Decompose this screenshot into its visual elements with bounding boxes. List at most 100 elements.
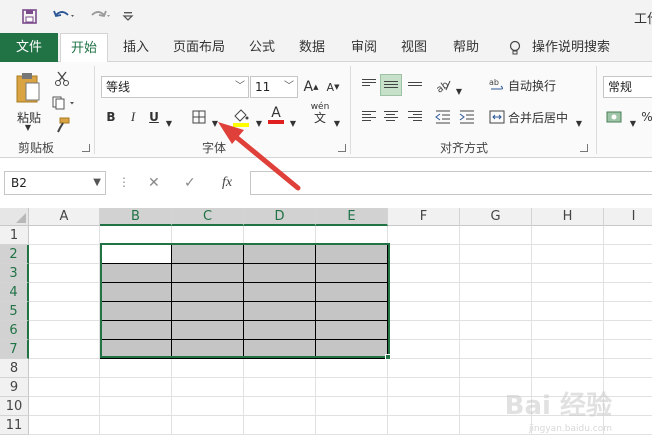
- cell-c9[interactable]: [172, 378, 244, 397]
- cell-c7[interactable]: [172, 340, 244, 359]
- cell-b7[interactable]: [100, 340, 172, 359]
- cell-c4[interactable]: [172, 283, 244, 302]
- cell-b10[interactable]: [100, 397, 172, 416]
- cell-a10[interactable]: [29, 397, 100, 416]
- lightbulb-icon[interactable]: [504, 33, 526, 62]
- bold-button[interactable]: B: [103, 106, 119, 128]
- wrap-text-button[interactable]: 自动换行: [508, 74, 560, 96]
- row-header-9[interactable]: 9: [0, 378, 29, 397]
- paste-dropdown-icon[interactable]: ▼: [22, 122, 34, 132]
- orientation-dropdown-icon[interactable]: ▼: [454, 80, 464, 102]
- insert-function-button[interactable]: fx: [222, 175, 232, 191]
- italic-button[interactable]: I: [125, 106, 141, 128]
- column-header-e[interactable]: E: [316, 208, 388, 226]
- fill-handle[interactable]: [385, 354, 391, 360]
- save-icon[interactable]: [20, 7, 38, 25]
- copy-icon[interactable]: [50, 92, 80, 114]
- clipboard-launcher-icon[interactable]: [82, 144, 90, 152]
- cell-e5[interactable]: [316, 302, 388, 321]
- font-color-dropdown-icon[interactable]: ▼: [288, 112, 298, 134]
- tell-me-search[interactable]: 操作说明搜索: [530, 33, 612, 62]
- cell-e6[interactable]: [316, 321, 388, 340]
- number-format-select[interactable]: 常规: [603, 76, 652, 98]
- column-header-h[interactable]: H: [532, 208, 604, 226]
- align-top-icon[interactable]: [358, 74, 380, 96]
- cell-b9[interactable]: [100, 378, 172, 397]
- borders-icon[interactable]: [190, 106, 208, 128]
- grow-font-button[interactable]: A ▲: [302, 76, 320, 98]
- borders-dropdown-icon[interactable]: ▼: [210, 112, 220, 134]
- format-painter-icon[interactable]: [52, 114, 72, 136]
- column-header-d[interactable]: D: [244, 208, 316, 226]
- select-all-button[interactable]: [0, 208, 29, 226]
- cell-a3[interactable]: [29, 264, 100, 283]
- cell-e9[interactable]: [316, 378, 388, 397]
- cell-e8[interactable]: [316, 359, 388, 378]
- cell-c1[interactable]: [172, 226, 244, 245]
- align-middle-icon[interactable]: [380, 74, 402, 96]
- tab-formulas[interactable]: 公式: [242, 33, 282, 62]
- column-header-c[interactable]: C: [172, 208, 244, 226]
- cell-d7[interactable]: [244, 340, 316, 359]
- row-header-11[interactable]: 11: [0, 416, 29, 435]
- font-name-select[interactable]: 等线 ﹀: [101, 76, 249, 98]
- paste-icon[interactable]: [12, 68, 44, 108]
- cell-h4[interactable]: [532, 283, 604, 302]
- cell-g7[interactable]: [460, 340, 532, 359]
- cell-d3[interactable]: [244, 264, 316, 283]
- merge-dropdown-icon[interactable]: ▼: [574, 112, 584, 134]
- cell-c3[interactable]: [172, 264, 244, 283]
- cell-f5[interactable]: [388, 302, 460, 321]
- cell-a8[interactable]: [29, 359, 100, 378]
- row-header-8[interactable]: 8: [0, 359, 29, 378]
- cell-d2[interactable]: [244, 245, 316, 264]
- cell-i4[interactable]: [604, 283, 652, 302]
- tab-page-layout[interactable]: 页面布局: [166, 33, 232, 62]
- cell-d11[interactable]: [244, 416, 316, 435]
- wrap-text-icon[interactable]: ab: [488, 74, 506, 96]
- cell-f2[interactable]: [388, 245, 460, 264]
- phonetic-dropdown-icon[interactable]: ▼: [332, 112, 342, 134]
- cell-b3[interactable]: [100, 264, 172, 283]
- cell-d8[interactable]: [244, 359, 316, 378]
- cell-e2[interactable]: [316, 245, 388, 264]
- align-bottom-icon[interactable]: [404, 74, 426, 96]
- cell-a6[interactable]: [29, 321, 100, 340]
- column-header-g[interactable]: G: [460, 208, 532, 226]
- increase-indent-icon[interactable]: [456, 106, 478, 128]
- cell-c2[interactable]: [172, 245, 244, 264]
- cell-a1[interactable]: [29, 226, 100, 245]
- cell-i1[interactable]: [604, 226, 652, 245]
- cell-d9[interactable]: [244, 378, 316, 397]
- cell-g6[interactable]: [460, 321, 532, 340]
- cell-d5[interactable]: [244, 302, 316, 321]
- fill-color-dropdown-icon[interactable]: ▼: [254, 112, 264, 134]
- row-header-10[interactable]: 10: [0, 397, 29, 416]
- cell-i7[interactable]: [604, 340, 652, 359]
- cell-i2[interactable]: [604, 245, 652, 264]
- merge-center-icon[interactable]: [488, 106, 506, 128]
- cell-b11[interactable]: [100, 416, 172, 435]
- cell-f1[interactable]: [388, 226, 460, 245]
- accounting-format-icon[interactable]: [604, 106, 628, 128]
- cell-f7[interactable]: [388, 340, 460, 359]
- cell-f10[interactable]: [388, 397, 460, 416]
- row-header-2[interactable]: 2: [0, 245, 29, 264]
- percent-icon[interactable]: %: [640, 106, 652, 128]
- cell-f8[interactable]: [388, 359, 460, 378]
- cell-e11[interactable]: [316, 416, 388, 435]
- row-header-1[interactable]: 1: [0, 226, 29, 245]
- underline-button[interactable]: U: [146, 106, 162, 128]
- tab-help[interactable]: 帮助: [446, 33, 486, 62]
- cell-g2[interactable]: [460, 245, 532, 264]
- cancel-icon[interactable]: ✕: [148, 175, 160, 191]
- align-center-icon[interactable]: [380, 106, 402, 128]
- cell-g8[interactable]: [460, 359, 532, 378]
- font-size-select[interactable]: 11 ﹀: [250, 76, 298, 98]
- customize-icon[interactable]: [120, 7, 136, 25]
- cell-d10[interactable]: [244, 397, 316, 416]
- tab-review[interactable]: 审阅: [344, 33, 384, 62]
- align-right-icon[interactable]: [404, 106, 426, 128]
- cell-a7[interactable]: [29, 340, 100, 359]
- cell-b1[interactable]: [100, 226, 172, 245]
